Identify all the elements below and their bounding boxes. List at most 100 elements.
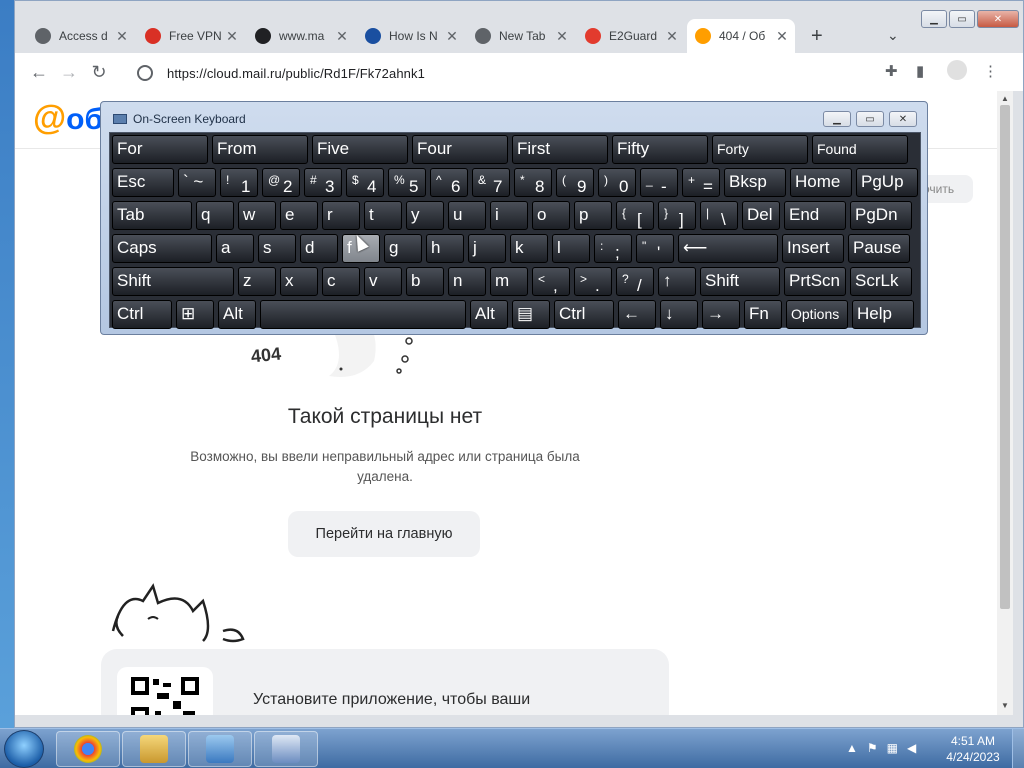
osk-key[interactable]: ⊞ bbox=[176, 300, 214, 329]
mail-ru-logo[interactable]: @об bbox=[33, 99, 103, 138]
osk-key[interactable]: c bbox=[322, 267, 360, 296]
reload-button[interactable]: ↻ bbox=[87, 61, 111, 85]
osk-key[interactable]: Shift bbox=[112, 267, 234, 296]
osk-key[interactable]: Options bbox=[786, 300, 848, 329]
menu-kebab-icon[interactable]: ⋮ bbox=[983, 62, 998, 80]
osk-key[interactable]: :; bbox=[594, 234, 632, 263]
scroll-thumb[interactable] bbox=[1000, 105, 1010, 609]
browser-tab[interactable]: How Is N ✕ bbox=[357, 19, 465, 53]
browser-tab[interactable]: E2Guard ✕ bbox=[577, 19, 685, 53]
action-center-icon[interactable]: ⚑ bbox=[867, 741, 878, 755]
osk-key[interactable]: Ctrl bbox=[554, 300, 614, 329]
osk-key[interactable]: b bbox=[406, 267, 444, 296]
osk-key[interactable]: k bbox=[510, 234, 548, 263]
osk-close-button[interactable]: ✕ bbox=[889, 111, 917, 127]
osk-key[interactable]: Ctrl bbox=[112, 300, 172, 329]
scroll-down-icon[interactable]: ▼ bbox=[1001, 701, 1009, 710]
osk-key[interactable]: y bbox=[406, 201, 444, 230]
osk-key[interactable]: }] bbox=[658, 201, 696, 230]
browser-tab[interactable]: 404 / Об ✕ bbox=[687, 19, 795, 53]
tab-close-icon[interactable]: ✕ bbox=[665, 28, 679, 45]
go-home-button[interactable]: Перейти на главную bbox=[288, 511, 480, 557]
osk-key[interactable]: o bbox=[532, 201, 570, 230]
osk-maximize-button[interactable]: ▭ bbox=[856, 111, 884, 127]
osk-key[interactable]: e bbox=[280, 201, 318, 230]
page-scrollbar[interactable]: ▲ ▼ bbox=[997, 91, 1013, 715]
osk-key[interactable]: <, bbox=[532, 267, 570, 296]
osk-key[interactable]: p bbox=[574, 201, 612, 230]
osk-key[interactable]: Home bbox=[790, 168, 852, 197]
osk-key[interactable]: Shift bbox=[700, 267, 780, 296]
new-tab-button[interactable]: + bbox=[811, 25, 823, 48]
scroll-up-icon[interactable]: ▲ bbox=[1001, 94, 1009, 103]
osk-key[interactable]: → bbox=[702, 300, 740, 329]
osk-key[interactable]: s bbox=[258, 234, 296, 263]
side-panel-icon[interactable]: ▮ bbox=[916, 62, 924, 80]
osk-key[interactable]: _ - bbox=[640, 168, 678, 197]
osk-key[interactable]: Pause bbox=[848, 234, 910, 263]
osk-key[interactable]: ! 1 bbox=[220, 168, 258, 197]
show-desktop-button[interactable] bbox=[1012, 729, 1024, 768]
osk-key[interactable]: ? / bbox=[616, 267, 654, 296]
clock[interactable]: 4:51 AM 4/24/2023 bbox=[942, 733, 1004, 765]
osk-key[interactable]: ` ~ bbox=[178, 168, 216, 197]
osk-key[interactable]: a bbox=[216, 234, 254, 263]
osk-key[interactable]: Insert bbox=[782, 234, 844, 263]
forward-button[interactable]: → bbox=[57, 61, 81, 85]
osk-key[interactable]: Four bbox=[412, 135, 508, 164]
osk-key[interactable]: + = bbox=[682, 168, 720, 197]
tray-expand-icon[interactable]: ▲ bbox=[846, 741, 858, 755]
osk-key[interactable]: & 7 bbox=[472, 168, 510, 197]
osk-key[interactable]: Fifty bbox=[612, 135, 708, 164]
tab-close-icon[interactable]: ✕ bbox=[225, 28, 239, 45]
osk-key[interactable]: >. bbox=[574, 267, 612, 296]
osk-key[interactable]: t bbox=[364, 201, 402, 230]
osk-key[interactable]: ↓ bbox=[660, 300, 698, 329]
osk-key[interactable]: q bbox=[196, 201, 234, 230]
back-button[interactable]: ← bbox=[27, 61, 51, 85]
osk-key[interactable]: PgUp bbox=[856, 168, 918, 197]
profile-avatar[interactable] bbox=[947, 60, 967, 80]
tab-close-icon[interactable]: ✕ bbox=[115, 28, 129, 45]
osk-key[interactable]: ) 0 bbox=[598, 168, 636, 197]
osk-key[interactable]: Found bbox=[812, 135, 908, 164]
osk-key[interactable]: PrtScn bbox=[784, 267, 846, 296]
maximize-button[interactable]: ▭ bbox=[949, 10, 975, 28]
osk-key[interactable]: ← bbox=[618, 300, 656, 329]
osk-key[interactable]: | \ bbox=[700, 201, 738, 230]
taskbar-app[interactable] bbox=[188, 731, 252, 767]
osk-key[interactable]: i bbox=[490, 201, 528, 230]
osk-minimize-button[interactable]: ▁ bbox=[823, 111, 851, 127]
osk-key[interactable]: Alt bbox=[218, 300, 256, 329]
osk-key[interactable]: % 5 bbox=[388, 168, 426, 197]
osk-key[interactable]: j bbox=[468, 234, 506, 263]
taskbar-app[interactable] bbox=[56, 731, 120, 767]
taskbar-app[interactable] bbox=[254, 731, 318, 767]
volume-icon[interactable]: ◀ bbox=[907, 741, 916, 755]
network-icon[interactable]: ▦ bbox=[887, 741, 898, 755]
osk-key[interactable]: Del bbox=[742, 201, 780, 230]
osk-key[interactable]: ⟵ bbox=[678, 234, 778, 263]
osk-key[interactable]: z bbox=[238, 267, 276, 296]
browser-tab[interactable]: Access d ✕ bbox=[27, 19, 135, 53]
osk-key[interactable]: l bbox=[552, 234, 590, 263]
osk-key[interactable]: Caps bbox=[112, 234, 212, 263]
tab-close-icon[interactable]: ✕ bbox=[445, 28, 459, 45]
osk-key[interactable]: n bbox=[448, 267, 486, 296]
osk-key[interactable]: Forty bbox=[712, 135, 808, 164]
tab-close-icon[interactable]: ✕ bbox=[775, 28, 789, 45]
osk-key[interactable]: " ' bbox=[636, 234, 674, 263]
minimize-button[interactable]: ▁ bbox=[921, 10, 947, 28]
extensions-icon[interactable]: ✚ bbox=[885, 62, 898, 80]
osk-key[interactable]: d bbox=[300, 234, 338, 263]
osk-key[interactable]: From bbox=[212, 135, 308, 164]
browser-tab[interactable]: www.ma ✕ bbox=[247, 19, 355, 53]
taskbar-app[interactable] bbox=[122, 731, 186, 767]
osk-key[interactable]: r bbox=[322, 201, 360, 230]
tab-close-icon[interactable]: ✕ bbox=[335, 28, 349, 45]
osk-key[interactable]: Tab bbox=[112, 201, 192, 230]
osk-key[interactable]: Bksp bbox=[724, 168, 786, 197]
osk-key[interactable]: PgDn bbox=[850, 201, 912, 230]
browser-tab[interactable]: Free VPN ✕ bbox=[137, 19, 245, 53]
osk-key[interactable]: #3 bbox=[304, 168, 342, 197]
